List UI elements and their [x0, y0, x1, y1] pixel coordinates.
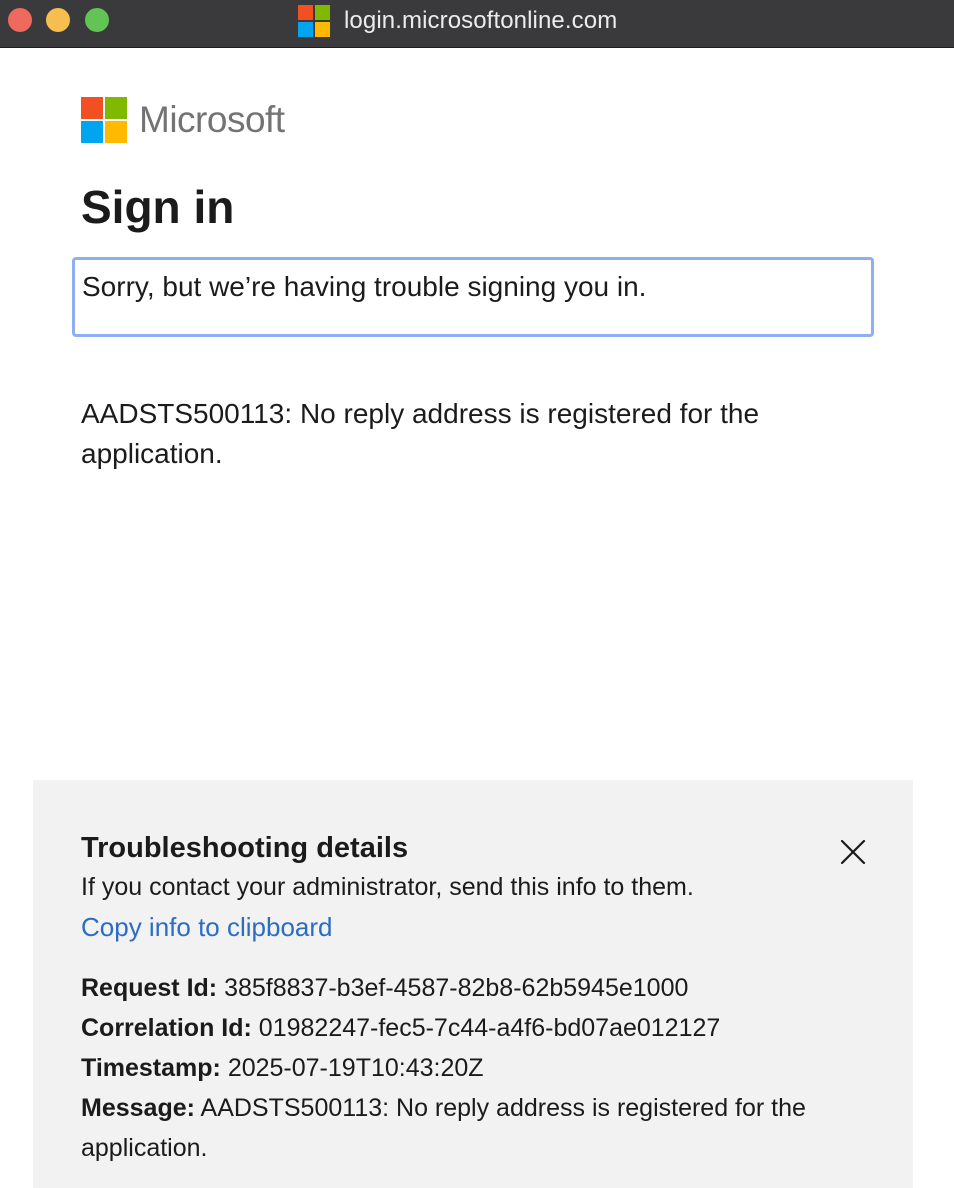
page-title: Sign in: [81, 181, 235, 233]
detail-value: 01982247-fec5-7c44-a4f6-bd07ae012127: [258, 1014, 721, 1042]
window-zoom-button[interactable]: [85, 8, 109, 32]
detail-request-id: Request Id: 385f8837-b3ef-4587-82b8-62b5…: [81, 968, 841, 1008]
detail-timestamp: Timestamp: 2025-07-19T10:43:20Z: [81, 1048, 841, 1088]
microsoft-logo: Microsoft: [81, 97, 285, 143]
detail-label: Message:: [81, 1094, 195, 1122]
logo-square-green: [105, 97, 127, 119]
troubleshooting-details: Request Id: 385f8837-b3ef-4587-82b8-62b5…: [81, 968, 841, 1168]
brand-name: Microsoft: [139, 99, 285, 140]
microsoft-favicon-icon: [298, 5, 330, 37]
microsoft-logo-icon: [81, 97, 127, 143]
window-title: login.microsoftonline.com: [344, 7, 618, 34]
favicon-square-blue: [298, 22, 313, 37]
favicon-square-green: [315, 5, 330, 20]
detail-message: Message: AADSTS500113: No reply address …: [81, 1088, 841, 1168]
browser-window: login.microsoftonline.com Microsoft Sign…: [0, 0, 954, 1188]
window-minimize-button[interactable]: [46, 8, 70, 32]
detail-label: Request Id:: [81, 974, 218, 1002]
logo-square-red: [81, 97, 103, 119]
detail-value: 2025-07-19T10:43:20Z: [227, 1054, 484, 1082]
error-code-text: AADSTS500113: No reply address is regist…: [81, 398, 760, 469]
troubleshooting-panel: Troubleshooting details If you contact y…: [33, 780, 913, 1188]
title-bar: login.microsoftonline.com: [0, 0, 954, 48]
window-close-button[interactable]: [8, 8, 32, 32]
detail-correlation-id: Correlation Id: 01982247-fec5-7c44-a4f6-…: [81, 1008, 841, 1048]
detail-label: Timestamp:: [81, 1054, 221, 1082]
copy-info-link[interactable]: Copy info to clipboard: [81, 910, 332, 944]
close-icon: [840, 839, 866, 865]
detail-value: 385f8837-b3ef-4587-82b8-62b5945e1000: [224, 974, 689, 1002]
logo-square-yellow: [105, 121, 127, 143]
sign-in-page: Microsoft Sign in Sorry, but we’re havin…: [0, 48, 954, 1188]
error-message-box: Sorry, but we’re having trouble signing …: [72, 257, 874, 337]
troubleshooting-description: If you contact your administrator, send …: [81, 873, 694, 901]
window-title-group: login.microsoftonline.com: [298, 0, 617, 42]
logo-square-blue: [81, 121, 103, 143]
detail-label: Correlation Id:: [81, 1014, 252, 1042]
close-troubleshooting-button[interactable]: [836, 835, 870, 869]
troubleshooting-title: Troubleshooting details: [81, 832, 409, 864]
favicon-square-red: [298, 5, 313, 20]
favicon-square-yellow: [315, 22, 330, 37]
